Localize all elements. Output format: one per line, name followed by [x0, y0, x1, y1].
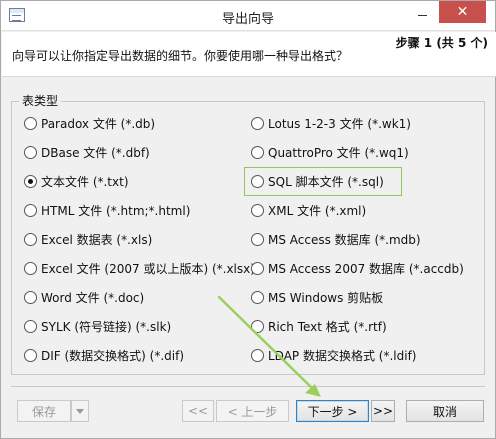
export-wizard-window: 导出向导 ✕ 步骤 1 (共 5 个) 向导可以让你指定导出数据的细节。你要使用… [0, 0, 496, 439]
annotation-arrow-icon [217, 295, 321, 397]
